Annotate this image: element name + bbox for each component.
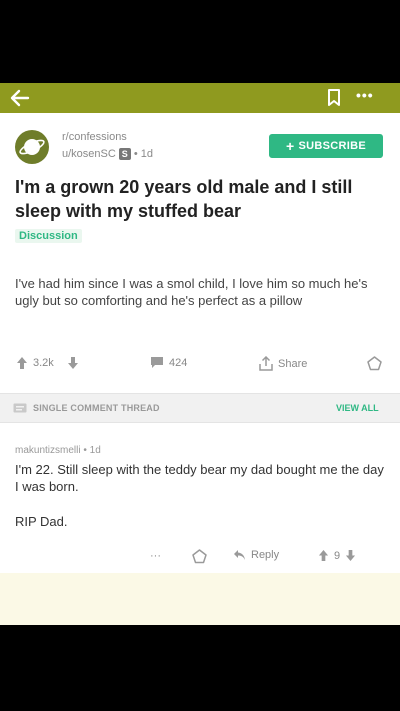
post-body: I've had him since I was a smol child, I… — [15, 276, 368, 308]
share-button[interactable]: Share — [259, 356, 307, 371]
comment-vote-group: 9 — [318, 549, 356, 562]
post-vote-group: 3.2k — [16, 356, 79, 370]
author-name[interactable]: u/kosenSC — [62, 148, 116, 160]
comment-count: 424 — [169, 356, 188, 369]
reply-icon — [234, 550, 245, 560]
bookmark-icon — [328, 89, 340, 106]
more-icon[interactable]: ••• — [356, 85, 382, 109]
comment-meta[interactable]: makuntizsmelli • 1d — [15, 445, 101, 456]
thread-icon — [13, 403, 27, 413]
subscribe-button[interactable]: + SUBSCRIBE — [269, 134, 383, 158]
comment-vote-count: 9 — [334, 549, 341, 562]
downvote-icon[interactable] — [67, 356, 79, 370]
share-label: Share — [278, 357, 308, 370]
share-icon — [259, 356, 273, 371]
reply-button[interactable]: Reply — [233, 549, 279, 561]
user-badge: S — [118, 148, 131, 160]
comments-button[interactable]: 424 — [150, 356, 187, 369]
back-arrow-icon — [10, 89, 30, 107]
award-icon — [192, 549, 207, 564]
post-flair[interactable]: Discussion — [15, 229, 82, 243]
thread-label-text: SINGLE COMMENT THREAD — [33, 403, 160, 413]
award-button[interactable] — [367, 356, 382, 371]
post-vote-count: 3.2k — [33, 357, 54, 369]
comment-line-2: RIP Dad. — [15, 514, 68, 529]
bookmark-button[interactable] — [327, 89, 341, 107]
single-comment-thread-bar: SINGLE COMMENT THREAD VIEW ALL — [0, 393, 400, 423]
app-bar: ••• — [0, 83, 400, 113]
upvote-icon[interactable] — [318, 549, 329, 562]
comment-icon — [151, 357, 163, 368]
planet-icon — [16, 131, 48, 163]
author-line: u/kosenSC S • 1d — [62, 148, 153, 160]
comment-more-button[interactable]: ··· — [150, 550, 161, 562]
thread-label: SINGLE COMMENT THREAD — [13, 403, 160, 413]
post-title[interactable]: I'm a grown 20 years old male and I stil… — [15, 175, 385, 223]
comment-more-icon: ··· — [150, 550, 161, 562]
subscribe-label: SUBSCRIBE — [298, 140, 366, 152]
comment-action-bar: ··· Reply 9 — [0, 547, 400, 569]
view-all-link[interactable]: VIEW ALL — [336, 403, 379, 413]
post-age: • 1d — [133, 148, 153, 160]
subreddit-avatar[interactable] — [15, 130, 49, 164]
bottom-strip — [0, 573, 400, 625]
post-action-bar: 3.2k 424 Share — [0, 351, 400, 377]
comment-award-button[interactable] — [192, 549, 207, 564]
plus-icon: + — [286, 138, 295, 154]
back-button[interactable] — [8, 88, 32, 108]
subreddit-name[interactable]: r/confessions — [62, 131, 127, 143]
reddit-post-screen: ••• r/confessions u/kosenSC S • 1d + SUB… — [0, 83, 400, 625]
upvote-icon[interactable] — [16, 356, 28, 370]
comment-line-1: I'm 22. Still sleep with the teddy bear … — [15, 462, 384, 494]
award-icon — [367, 356, 382, 371]
reply-label: Reply — [251, 549, 280, 561]
downvote-icon[interactable] — [345, 549, 356, 562]
comment-body: I'm 22. Still sleep with the teddy bear … — [15, 461, 385, 548]
